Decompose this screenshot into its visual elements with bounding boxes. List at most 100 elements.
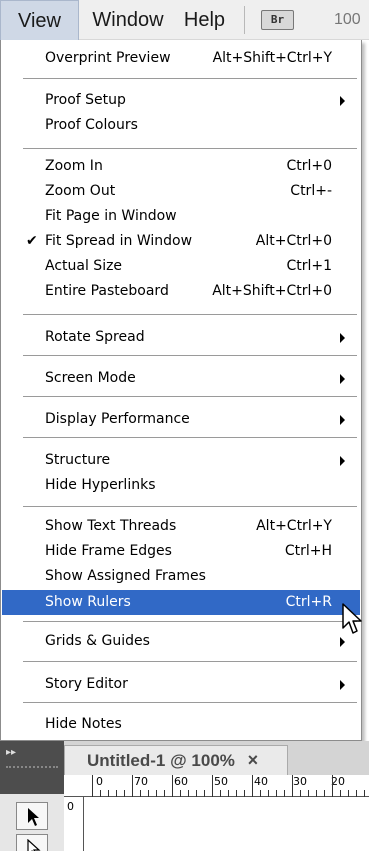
panel-grip[interactable] [6,766,58,772]
menu-item-label: Zoom Out [45,183,116,199]
menu-item-show-rulers[interactable]: Show Rulers Ctrl+R [2,590,360,615]
menu-item-hide-hyperlinks[interactable]: Hide Hyperlinks [2,473,360,498]
menu-separator [23,437,357,438]
menu-item-actual-size[interactable]: Actual Size Ctrl+1 [2,254,360,279]
ruler-tick [156,790,157,797]
submenu-arrow-icon [340,680,345,690]
direct-selection-arrow-icon [27,839,41,851]
document-tab-title: Untitled-1 @ 100% [87,751,235,770]
ruler-tick [244,790,245,797]
ruler-tick [212,775,213,797]
ruler-tick [172,775,173,797]
menu-item-zoom-in[interactable]: Zoom In Ctrl+0 [2,154,360,179]
ruler-tick [100,790,101,797]
menu-item-hide-frame-edges[interactable]: Hide Frame Edges Ctrl+H [2,539,360,564]
close-tab-icon[interactable]: × [248,750,259,770]
menu-item-show-assigned-frames[interactable]: Show Assigned Frames [2,564,360,589]
menu-item-structure[interactable]: Structure [2,448,360,473]
ruler-tick [124,790,125,797]
ruler-label: 40 [254,775,268,788]
menu-item-zoom-out[interactable]: Zoom Out Ctrl+- [2,179,360,204]
menu-item-proof-setup[interactable]: Proof Setup [2,88,360,113]
shortcut-label: Ctrl+- [290,183,332,199]
menu-separator [23,314,357,315]
ruler-tick [300,790,301,797]
mouse-pointer-icon [342,603,362,634]
menu-item-overprint-preview[interactable]: Overprint Preview Alt+Shift+Ctrl+Y [2,46,360,71]
menu-item-hide-notes[interactable]: Hide Notes [2,712,360,737]
ruler-tick [316,790,317,797]
menu-item-label: Overprint Preview [45,50,171,66]
ruler-tick [364,790,365,797]
menubar-divider [244,6,245,34]
menu-item-label: Show Assigned Frames [45,568,206,584]
submenu-arrow-icon [340,456,345,466]
ruler-tick [180,790,181,797]
ruler-tick [108,790,109,797]
menu-item-story-editor[interactable]: Story Editor [2,672,360,697]
menu-item-entire-pasteboard[interactable]: Entire Pasteboard Alt+Shift+Ctrl+0 [2,279,360,304]
horizontal-ruler[interactable]: 0 70 60 50 40 30 20 [64,775,369,797]
shortcut-label: Ctrl+H [284,543,332,559]
vertical-ruler[interactable]: 0 [64,797,84,851]
ruler-tick [164,790,165,797]
ruler-tick [188,790,189,797]
ruler-tick [196,790,197,797]
menu-window[interactable]: Window [85,0,171,40]
menu-item-screen-mode[interactable]: Screen Mode [2,366,360,391]
ruler-tick [356,790,357,797]
menu-separator [23,661,357,662]
ruler-tick [260,790,261,797]
menu-bar: View Window Help Br 100 [0,0,369,40]
menu-item-label: Hide Hyperlinks [45,477,156,493]
ruler-tick [116,790,117,797]
menu-separator [23,396,357,397]
zoom-level-field[interactable]: 100 [334,0,361,40]
ruler-tick [148,790,149,797]
submenu-arrow-icon [340,333,345,343]
menu-item-fit-page-in-window[interactable]: Fit Page in Window [2,204,360,229]
menu-item-label: Grids & Guides [45,633,150,649]
menu-item-proof-colours[interactable]: Proof Colours [2,113,360,138]
ruler-tick [308,790,309,797]
menu-item-label: Rotate Spread [45,329,145,345]
ruler-label: 20 [331,775,345,788]
shortcut-label: Alt+Ctrl+Y [256,518,332,534]
ruler-tick [204,790,205,797]
panel-collapse-icon[interactable]: ▸▸ [6,747,58,759]
ruler-label: 0 [67,800,74,813]
menu-item-rotate-spread[interactable]: Rotate Spread [2,325,360,350]
menu-item-label: Actual Size [45,258,123,274]
ruler-tick [292,775,293,797]
ruler-tick [268,790,269,797]
menu-item-label: Zoom In [45,158,103,174]
selection-tool-button[interactable] [16,802,48,830]
ruler-tick [332,775,333,797]
menu-help[interactable]: Help [176,0,233,40]
ruler-label: 50 [214,775,228,788]
menu-view[interactable]: View [0,0,79,40]
shortcut-label: Ctrl+0 [286,158,332,174]
ruler-tick [340,790,341,797]
menu-item-grids-and-guides[interactable]: Grids & Guides [2,629,360,654]
tools-well [0,794,64,851]
selection-arrow-icon [28,808,39,826]
submenu-arrow-icon [340,374,345,384]
menu-item-label: Hide Frame Edges [45,543,172,559]
menu-item-fit-spread-in-window[interactable]: ✔ Fit Spread in Window Alt+Ctrl+0 [2,229,360,254]
ruler-tick [228,790,229,797]
menu-item-label: Show Rulers [45,594,131,610]
ruler-tick [132,775,133,797]
ruler-label: 30 [293,775,307,788]
bridge-button[interactable]: Br [261,10,294,30]
shortcut-label: Ctrl+R [285,594,332,610]
submenu-arrow-icon [340,637,345,647]
menu-item-display-performance[interactable]: Display Performance [2,407,360,432]
shortcut-label: Alt+Ctrl+0 [255,233,332,249]
menu-item-label: Fit Spread in Window [45,233,193,249]
menu-item-show-text-threads[interactable]: Show Text Threads Alt+Ctrl+Y [2,514,360,539]
direct-selection-tool-button[interactable] [16,834,48,851]
ruler-tick [276,790,277,797]
menu-item-label: Proof Setup [45,92,126,108]
document-tab[interactable]: Untitled-1 @ 100% × [64,745,288,775]
